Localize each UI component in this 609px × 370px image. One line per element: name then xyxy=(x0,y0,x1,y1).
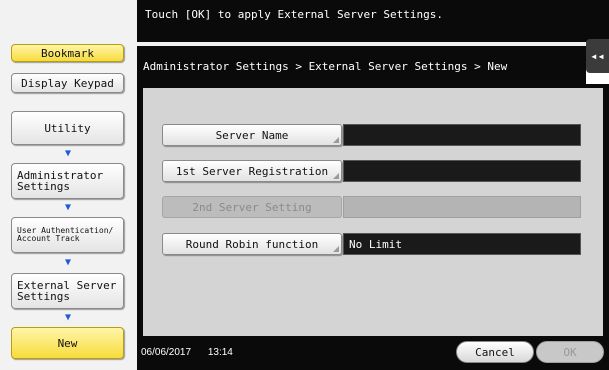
down-arrow-icon: ▼ xyxy=(64,312,72,323)
user-authentication-account-track-button[interactable]: User Authentication/ Account Track xyxy=(11,217,124,253)
ok-label: OK xyxy=(563,345,577,359)
new-label: New xyxy=(57,336,78,350)
status-bar: 06/06/2017 13:14 Cancel OK xyxy=(137,336,609,370)
external-server-settings-button[interactable]: External Server Settings xyxy=(11,273,124,309)
instruction-message: Touch [OK] to apply External Server Sett… xyxy=(145,8,444,21)
external-server-settings-label: External Server Settings xyxy=(17,279,117,303)
breadcrumb: Administrator Settings > External Server… xyxy=(143,60,508,73)
administrator-settings-button[interactable]: Administrator Settings xyxy=(11,163,124,199)
second-server-setting-label: 2nd Server Setting xyxy=(192,200,312,214)
server-name-field[interactable] xyxy=(343,124,581,146)
bookmark-button[interactable]: Bookmark xyxy=(11,44,124,62)
cancel-label: Cancel xyxy=(475,345,515,359)
screen: Bookmark Display Keypad Utility ▼ Admini… xyxy=(0,0,609,370)
collapse-panel-button[interactable]: ◂◂ xyxy=(586,39,609,73)
round-robin-function-button[interactable]: Round Robin function xyxy=(162,233,342,255)
first-server-registration-field[interactable] xyxy=(343,160,581,182)
round-robin-function-field[interactable]: No Limit xyxy=(343,233,581,255)
new-button[interactable]: New xyxy=(11,327,124,359)
display-keypad-button[interactable]: Display Keypad xyxy=(11,73,124,93)
down-arrow-icon: ▼ xyxy=(64,202,72,213)
double-chevron-left-icon: ◂◂ xyxy=(590,49,605,63)
second-server-setting-button: 2nd Server Setting xyxy=(162,196,342,218)
message-bar: Touch [OK] to apply External Server Sett… xyxy=(137,0,609,42)
user-authentication-label: User Authentication/ Account Track xyxy=(17,226,114,243)
server-name-button[interactable]: Server Name xyxy=(162,124,342,146)
utility-label: Utility xyxy=(44,121,91,135)
second-server-setting-field xyxy=(343,196,581,218)
down-arrow-icon: ▼ xyxy=(64,148,72,159)
date-time: 06/06/2017 13:14 xyxy=(141,347,233,358)
main-content: Server Name 1st Server Registration 2nd … xyxy=(137,84,609,336)
corner-indicator-icon xyxy=(333,137,339,143)
corner-indicator-icon xyxy=(333,246,339,252)
cancel-button[interactable]: Cancel xyxy=(456,341,534,363)
left-navigation-panel: Bookmark Display Keypad Utility ▼ Admini… xyxy=(0,0,137,370)
first-server-registration-button[interactable]: 1st Server Registration xyxy=(162,160,342,182)
corner-indicator-icon xyxy=(333,173,339,179)
down-arrow-icon: ▼ xyxy=(64,257,72,268)
round-robin-function-label: Round Robin function xyxy=(185,237,319,251)
server-name-label: Server Name xyxy=(215,128,289,142)
ok-button: OK xyxy=(536,341,604,363)
breadcrumb-bar: Administrator Settings > External Server… xyxy=(137,42,586,84)
bookmark-label: Bookmark xyxy=(41,46,94,60)
first-server-registration-label: 1st Server Registration xyxy=(175,164,329,178)
settings-form: Server Name 1st Server Registration 2nd … xyxy=(143,88,603,336)
administrator-settings-label: Administrator Settings xyxy=(17,169,104,193)
display-keypad-label: Display Keypad xyxy=(21,76,114,90)
utility-button[interactable]: Utility xyxy=(11,111,124,145)
